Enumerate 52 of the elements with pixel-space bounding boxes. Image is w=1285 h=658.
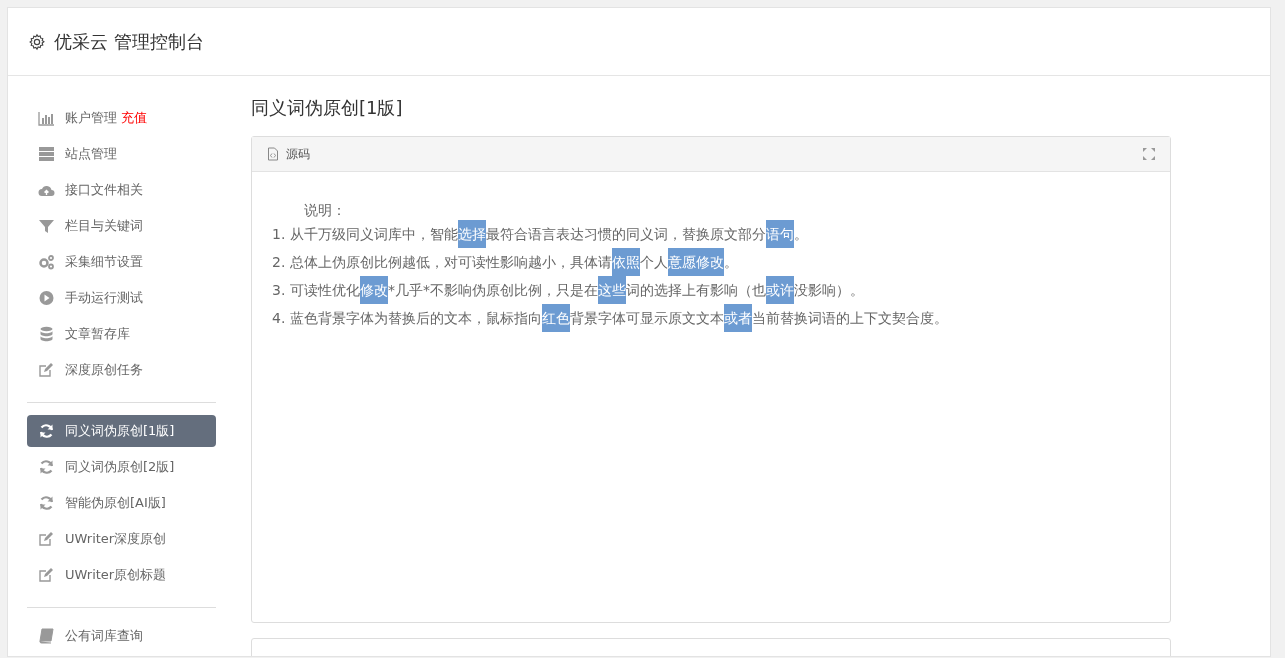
book-icon xyxy=(38,628,55,644)
instruction-text: 从千万级同义词库中，智能 xyxy=(290,225,458,244)
page-title: 同义词伪原创[1版] xyxy=(251,96,404,120)
sidebar-item[interactable]: 深度原创任务 xyxy=(27,354,216,386)
intro-text: 说明： xyxy=(303,201,347,220)
instruction-text: 没影响）。 xyxy=(794,281,864,300)
sidebar-item[interactable]: 采集细节设置 xyxy=(27,246,216,278)
edit-icon xyxy=(38,567,55,583)
instruction-text: 当前替换词语的上下文契合度。 xyxy=(752,309,948,328)
bar-chart-icon xyxy=(38,110,55,126)
sidebar-item[interactable]: 站点管理 xyxy=(27,138,216,170)
fullscreen-icon xyxy=(1142,147,1156,161)
instruction-text: 最符合语言表达习惯的同义词，替换原文部分 xyxy=(486,225,766,244)
sidebar-item[interactable]: 文章暂存库 xyxy=(27,318,216,350)
sidebar-item[interactable]: 账户管理 充值 xyxy=(27,102,216,134)
instruction-text: 。 xyxy=(724,253,738,272)
list-number: 1. xyxy=(272,225,287,244)
edit-icon xyxy=(38,531,55,547)
filter-icon xyxy=(38,218,55,234)
sidebar-item[interactable]: UWriter原创标题 xyxy=(27,559,216,591)
list-number: 3. xyxy=(272,281,287,300)
sidebar-item[interactable]: 智能伪原创[AI版] xyxy=(27,487,216,519)
recharge-link[interactable]: 充值 xyxy=(121,109,147,127)
server-icon xyxy=(38,146,55,162)
refresh-icon xyxy=(38,423,55,439)
source-tab[interactable]: 源码 xyxy=(286,145,310,163)
code-file-icon xyxy=(266,147,280,161)
edit-icon xyxy=(38,362,55,378)
sidebar-item[interactable]: 同义词伪原创[1版] xyxy=(27,415,216,447)
console-title: 优采云 管理控制台 xyxy=(54,29,204,54)
settings-icon xyxy=(28,32,46,51)
instruction-text: 总体上伪原创比例越低，对可读性影响越小，具体请 xyxy=(290,253,612,272)
instruction-text: 词的选择上有影响（也 xyxy=(626,281,766,300)
play-circle-icon xyxy=(38,290,55,306)
sidebar-item[interactable]: UWriter深度原创 xyxy=(27,523,216,555)
sidebar-item[interactable]: 手动运行测试 xyxy=(27,282,216,314)
instruction-text: 个人 xyxy=(640,253,668,272)
sidebar-item[interactable]: 栏目与关键词 xyxy=(27,210,216,242)
sidebar-item[interactable]: 接口文件相关 xyxy=(27,174,216,206)
list-number: 2. xyxy=(272,253,287,272)
sidebar-item[interactable]: 同义词伪原创[2版] xyxy=(27,451,216,483)
refresh-icon xyxy=(38,495,55,511)
database-icon xyxy=(38,326,55,342)
list-number: 4. xyxy=(272,309,287,328)
instruction-text: 背景字体可显示原文文本 xyxy=(570,309,724,328)
instruction-text: 蓝色背景字体为替换后的文本，鼠标指向 xyxy=(290,309,542,328)
instruction-text: 。 xyxy=(794,225,808,244)
instruction-text: *几乎*不影响伪原创比例，只是在 xyxy=(388,281,598,300)
sidebar-item[interactable]: 公有词库查询 xyxy=(27,620,216,652)
instruction-text: 可读性优化 xyxy=(290,281,360,300)
gears-icon xyxy=(38,254,55,270)
refresh-icon xyxy=(38,459,55,475)
